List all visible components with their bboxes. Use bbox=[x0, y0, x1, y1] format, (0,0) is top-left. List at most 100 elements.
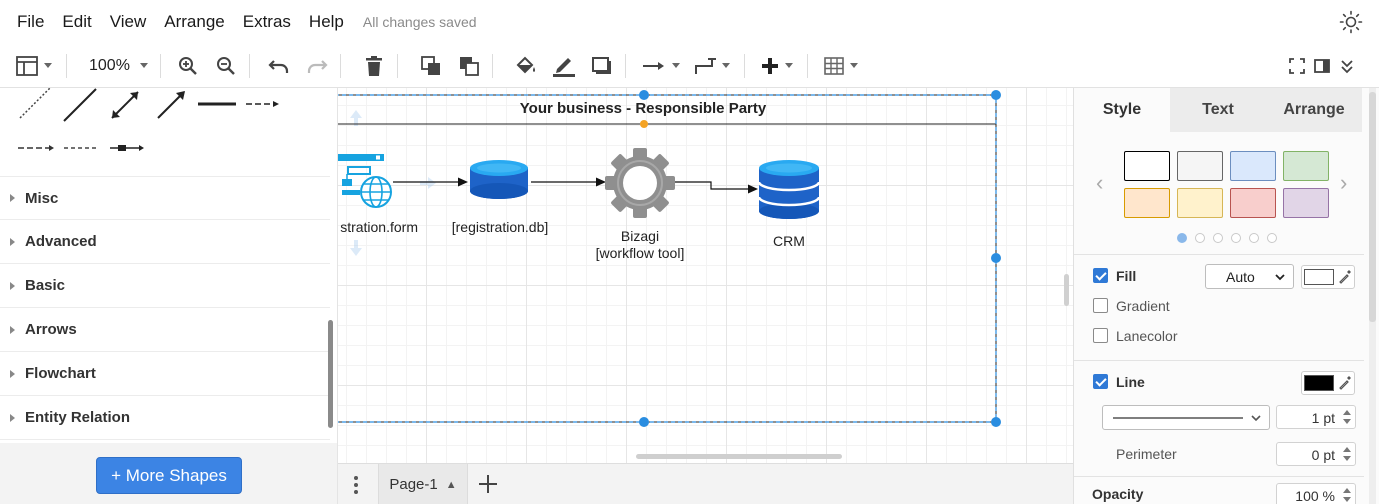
dashed-arrow-shape[interactable] bbox=[246, 101, 279, 107]
table-button[interactable] bbox=[824, 50, 858, 82]
library-basic[interactable]: Basic bbox=[0, 264, 330, 308]
zoom-in-button[interactable] bbox=[173, 50, 203, 82]
swatch-page-dot[interactable] bbox=[1249, 233, 1259, 243]
style-swatch[interactable] bbox=[1283, 151, 1329, 181]
perimeter-stepper[interactable]: 0 pt bbox=[1276, 442, 1356, 466]
canvas-horizontal-scrollbar[interactable] bbox=[636, 454, 842, 459]
redo-button[interactable] bbox=[302, 50, 332, 82]
chevron-right-icon[interactable]: › bbox=[1340, 170, 1347, 196]
line-pattern-select[interactable] bbox=[1102, 405, 1270, 430]
insert-button[interactable] bbox=[761, 50, 793, 82]
stepper-arrows-icon[interactable] bbox=[1341, 444, 1353, 464]
line-color-button[interactable] bbox=[549, 50, 579, 82]
gear-icon[interactable] bbox=[605, 148, 675, 218]
menu-view[interactable]: View bbox=[101, 12, 156, 32]
sun-theme-icon[interactable] bbox=[1339, 10, 1363, 34]
swatch-page-dot[interactable] bbox=[1213, 233, 1223, 243]
sidebar-toggle-button[interactable] bbox=[16, 50, 52, 82]
connector-bizagi-to-crm[interactable] bbox=[674, 181, 758, 194]
resize-handle-bottom-right[interactable] bbox=[991, 417, 1001, 427]
shadow-button[interactable] bbox=[587, 50, 617, 82]
swatch-page-dot[interactable] bbox=[1267, 233, 1277, 243]
menu-extras[interactable]: Extras bbox=[234, 12, 300, 32]
line-width-stepper[interactable]: 1 pt bbox=[1276, 405, 1356, 429]
tab-page-1[interactable]: Page-1 ▲ bbox=[378, 464, 468, 504]
style-swatch[interactable] bbox=[1177, 151, 1223, 181]
delete-button[interactable] bbox=[359, 50, 389, 82]
fill-color-picker[interactable] bbox=[1301, 265, 1355, 289]
title-height-handle[interactable] bbox=[640, 120, 648, 128]
resize-handle-top[interactable] bbox=[639, 90, 649, 100]
dotted-line-shape[interactable] bbox=[19, 88, 51, 119]
swatch-page-dot[interactable] bbox=[1231, 233, 1241, 243]
line-color-picker[interactable] bbox=[1301, 371, 1355, 395]
fill-checkbox[interactable] bbox=[1093, 268, 1108, 283]
stepper-arrows-icon[interactable] bbox=[1341, 485, 1353, 504]
more-vertical-icon[interactable] bbox=[348, 474, 364, 496]
menu-help[interactable]: Help bbox=[300, 12, 353, 32]
add-page-icon[interactable] bbox=[476, 472, 500, 496]
style-swatch[interactable] bbox=[1283, 188, 1329, 218]
swatch-page-dot[interactable] bbox=[1177, 233, 1187, 243]
resize-handle-right[interactable] bbox=[991, 253, 1001, 263]
dashed-connector-shape[interactable] bbox=[18, 145, 54, 151]
format-panel-button[interactable] bbox=[1311, 50, 1333, 82]
bidirectional-arrow-shape[interactable] bbox=[111, 91, 139, 119]
stepper-arrows-icon[interactable] bbox=[1341, 407, 1353, 427]
tab-style[interactable]: Style bbox=[1074, 88, 1170, 132]
format-panel-scrollbar[interactable] bbox=[1369, 92, 1376, 322]
fill-mode-select[interactable]: Auto bbox=[1205, 264, 1294, 289]
library-arrows[interactable]: Arrows bbox=[0, 308, 330, 352]
form-label: stration.form bbox=[340, 219, 418, 235]
connection-style-button[interactable] bbox=[642, 50, 680, 82]
to-back-button[interactable] bbox=[454, 50, 484, 82]
menu-edit[interactable]: Edit bbox=[53, 12, 100, 32]
style-swatch[interactable] bbox=[1124, 151, 1170, 181]
library-misc[interactable]: Misc bbox=[0, 176, 330, 220]
menu-arrange[interactable]: Arrange bbox=[155, 12, 233, 32]
database-icon[interactable] bbox=[470, 160, 528, 199]
fullscreen-button[interactable] bbox=[1286, 50, 1308, 82]
web-form-icon[interactable] bbox=[338, 154, 392, 208]
connector-db-to-bizagi[interactable] bbox=[531, 177, 606, 187]
waypoints-button[interactable] bbox=[694, 50, 730, 82]
menu-file[interactable]: File bbox=[8, 12, 53, 32]
opacity-stepper[interactable]: 100 % bbox=[1276, 483, 1356, 504]
style-swatch[interactable] bbox=[1230, 151, 1276, 181]
tab-arrange[interactable]: Arrange bbox=[1266, 88, 1362, 132]
style-swatch[interactable] bbox=[1124, 188, 1170, 218]
chevron-up-icon[interactable]: ▲ bbox=[446, 479, 457, 491]
section-divider bbox=[1074, 360, 1364, 361]
sidebar-scrollbar[interactable] bbox=[328, 320, 333, 428]
library-entity-relation[interactable]: Entity Relation bbox=[0, 396, 330, 440]
line-shape[interactable] bbox=[63, 88, 97, 122]
zoom-out-button[interactable] bbox=[211, 50, 241, 82]
style-swatch[interactable] bbox=[1230, 188, 1276, 218]
style-swatch[interactable] bbox=[1177, 188, 1223, 218]
library-label: Arrows bbox=[25, 321, 77, 338]
chevron-right-icon bbox=[10, 281, 15, 290]
library-flowchart[interactable]: Flowchart bbox=[0, 352, 330, 396]
zoom-dropdown[interactable]: 100% bbox=[89, 50, 148, 82]
lanecolor-checkbox[interactable] bbox=[1093, 328, 1108, 343]
shadow-icon bbox=[591, 56, 611, 74]
canvas-vertical-scrollbar[interactable] bbox=[1064, 274, 1069, 306]
gradient-checkbox[interactable] bbox=[1093, 298, 1108, 313]
directional-arrow-shape[interactable] bbox=[157, 91, 185, 119]
connector-with-label-shape[interactable] bbox=[110, 145, 144, 151]
tab-text[interactable]: Text bbox=[1170, 88, 1266, 132]
undo-button[interactable] bbox=[264, 50, 294, 82]
line-checkbox[interactable] bbox=[1093, 374, 1108, 389]
to-front-button[interactable] bbox=[416, 50, 446, 82]
resize-handle-bottom[interactable] bbox=[639, 417, 649, 427]
chevron-down-icon bbox=[784, 63, 793, 68]
database-stack-icon[interactable] bbox=[757, 160, 821, 219]
diagram-canvas[interactable]: Your business - Responsible Party strati… bbox=[338, 88, 1073, 463]
collapse-button[interactable] bbox=[1336, 50, 1358, 82]
resize-handle-top-right[interactable] bbox=[991, 90, 1001, 100]
swatch-page-dot[interactable] bbox=[1195, 233, 1205, 243]
library-advanced[interactable]: Advanced bbox=[0, 220, 330, 264]
more-shapes-button[interactable]: + More Shapes bbox=[96, 457, 242, 494]
fill-color-button[interactable] bbox=[511, 50, 541, 82]
chevron-left-icon[interactable]: ‹ bbox=[1096, 170, 1103, 196]
